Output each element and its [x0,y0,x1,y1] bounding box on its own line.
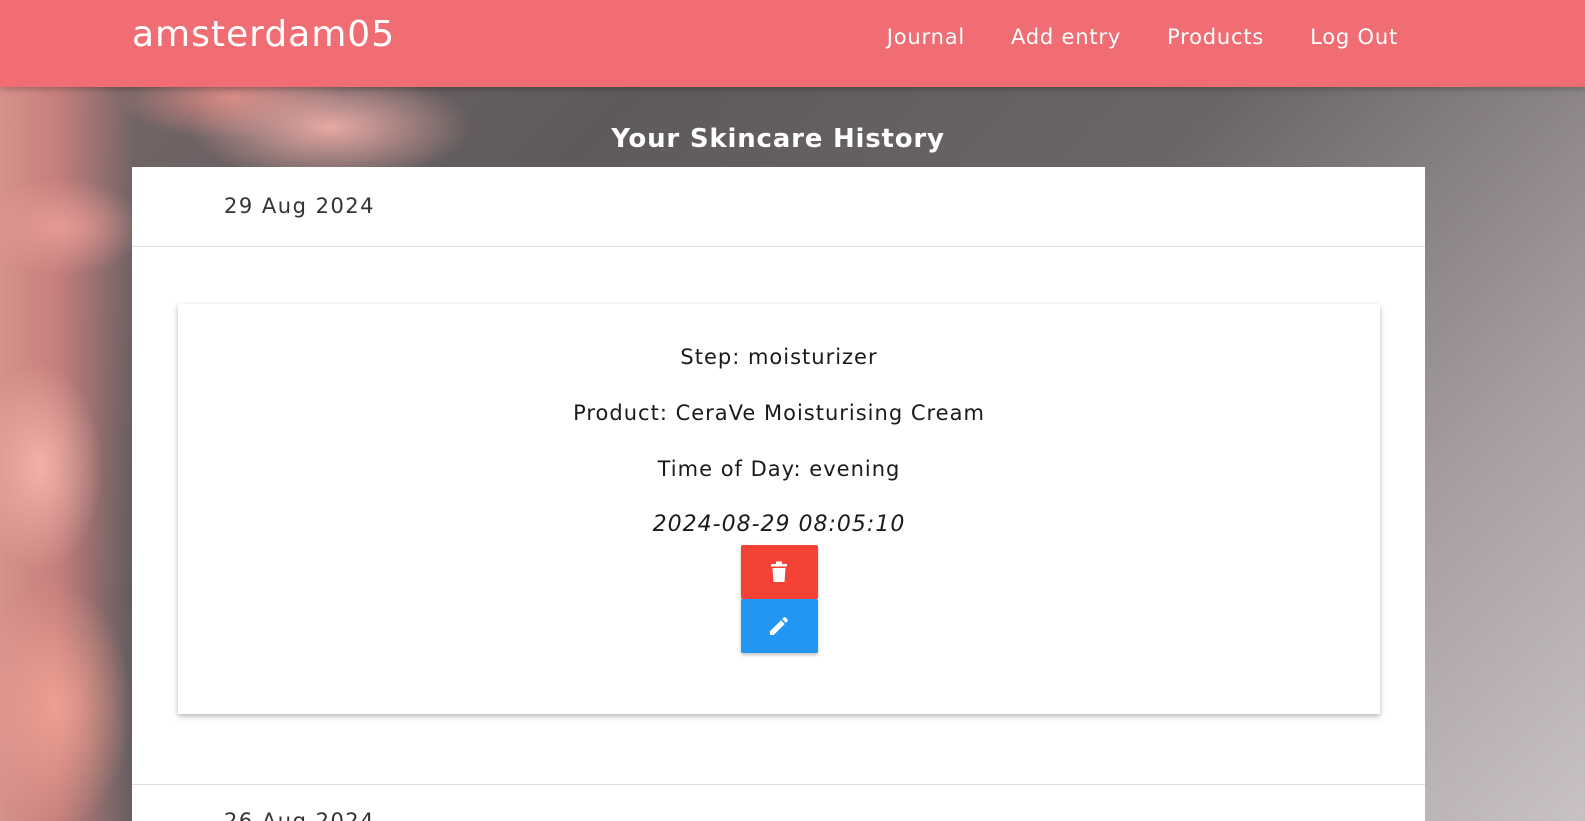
date-header[interactable]: 26 Aug 2024 [224,809,375,821]
delete-button[interactable] [740,545,818,599]
divider [132,784,1425,785]
entry-timestamp: 2024-08-29 08:05:10 [652,512,906,537]
edit-button[interactable] [740,599,818,653]
trash-icon [771,561,787,582]
nav-link-log-out[interactable]: Log Out [1287,25,1421,49]
nav-link-add-entry[interactable]: Add entry [988,25,1144,49]
nav-link-journal[interactable]: Journal [864,25,988,49]
history-collapsible: 29 Aug 2024 Step: moisturizer Product: C… [132,167,1425,821]
entry-card: Step: moisturizer Product: CeraVe Moistu… [178,304,1380,714]
page-title: Your Skincare History [611,124,945,154]
nav-link-products[interactable]: Products [1144,25,1287,49]
nav-links: Journal Add entry Products Log Out [864,25,1421,49]
date-header[interactable]: 29 Aug 2024 [132,167,1425,247]
brand-logo[interactable]: amsterdam05 [132,14,395,55]
entry-product: Product: CeraVe Moisturising Cream [573,401,985,425]
entry-step: Step: moisturizer [680,345,878,369]
navbar: amsterdam05 Journal Add entry Products L… [0,0,1585,87]
pencil-icon [770,616,789,635]
entry-time-of-day: Time of Day: evening [657,457,901,481]
